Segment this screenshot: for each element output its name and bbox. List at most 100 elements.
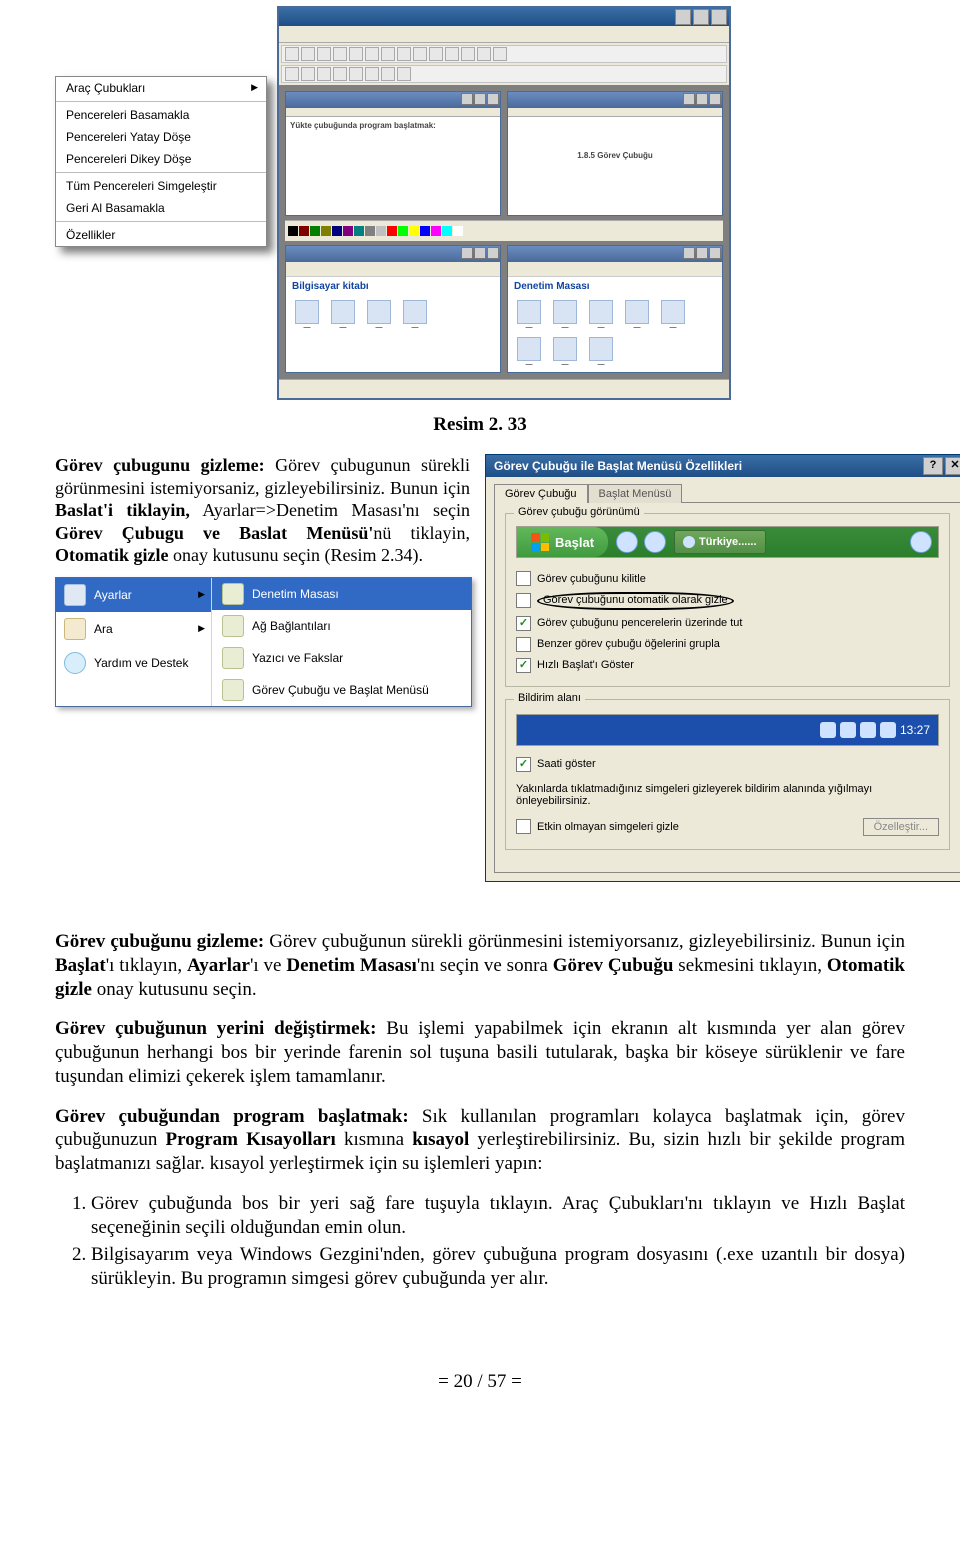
folder-window-left: Bilgisayar kitabı — — — — [285, 245, 501, 373]
option-label-circled: Görev çubuğunu otomatik olarak gizle [537, 592, 734, 610]
notification-preview: 13:27 [516, 714, 939, 746]
taskbar-preview: Başlat Türkiye...... [516, 526, 939, 558]
submenu-control-panel[interactable]: Denetim Masası [212, 578, 471, 610]
help-icon[interactable]: ? [923, 457, 943, 475]
start-button[interactable]: Başlat [517, 527, 608, 557]
option-lock-taskbar[interactable]: Görev çubuğunu kilitle [516, 568, 939, 589]
mdi-toolbars [279, 43, 729, 85]
taskbar-tab[interactable]: Türkiye...... [674, 530, 765, 554]
cp-icon[interactable]: — [514, 337, 544, 368]
help-icon [64, 652, 86, 674]
ctx-item-properties[interactable]: Özellikler [56, 224, 266, 246]
ctx-separator [56, 101, 266, 102]
submenu-printers[interactable]: Yazıcı ve Fakslar [212, 642, 471, 674]
doc-right-heading: 1.8.5 Görev Çubuğu [512, 151, 718, 160]
submenu-network[interactable]: Ağ Bağlantıları [212, 610, 471, 642]
mdi-menubar [279, 26, 729, 43]
body-para-hide: Görev çubuğunu gizleme: Görev çubuğunun … [55, 930, 905, 1001]
start-item-help[interactable]: Yardım ve Destek [56, 646, 211, 680]
taskbar-properties-dialog: Görev Çubuğu ile Başlat Menüsü Özellikle… [485, 454, 960, 882]
file-icon[interactable]: — [292, 300, 322, 331]
ctx-item-minimize-all[interactable]: Tüm Pencereleri Simgeleştir [56, 175, 266, 197]
option-show-quicklaunch[interactable]: Hızlı Başlat'ı Göster [516, 655, 939, 676]
checkbox-icon[interactable] [516, 571, 531, 586]
cp-icon[interactable]: — [586, 337, 616, 368]
page-number: = 20 / 57 = [55, 1371, 905, 1393]
ctx-item-cascade[interactable]: Pencereleri Basamakla [56, 104, 266, 126]
ctx-item-undo-cascade[interactable]: Geri Al Basamakla [56, 197, 266, 219]
submenu-label: Denetim Masası [252, 587, 339, 601]
search-icon [64, 618, 86, 640]
dialog-title: Görev Çubuğu ile Başlat Menüsü Özellikle… [494, 459, 742, 473]
close-icon[interactable] [711, 9, 727, 25]
file-icon[interactable]: — [364, 300, 394, 331]
checkbox-icon[interactable] [516, 658, 531, 673]
cp-icon[interactable]: — [550, 300, 580, 331]
taskbar-tab-label: Türkiye...... [699, 536, 756, 548]
ie-icon [683, 536, 695, 548]
start-submenu-screenshot: Ayarlar Ara Yardım ve Destek [55, 577, 472, 707]
start-label: Başlat [555, 535, 594, 550]
tab-start-menu[interactable]: Başlat Menüsü [588, 484, 683, 503]
submenu-label: Yazıcı ve Fakslar [252, 651, 343, 665]
tray-clock: 13:27 [900, 723, 930, 737]
customize-button[interactable]: Özelleştir... [863, 818, 939, 836]
tray-icon [820, 722, 836, 738]
checkbox-icon[interactable] [516, 637, 531, 652]
maximize-icon[interactable] [693, 9, 709, 25]
context-menu: Araç Çubukları Pencereleri Basamakla Pen… [55, 76, 267, 247]
start-item-settings[interactable]: Ayarlar [56, 578, 211, 612]
checkbox-icon[interactable] [516, 757, 531, 772]
cp-icon[interactable]: — [622, 300, 652, 331]
file-icon[interactable]: — [400, 300, 430, 331]
start-item-label: Ayarlar [94, 588, 132, 602]
ctx-item-tile-h[interactable]: Pencereleri Yatay Döşe [56, 126, 266, 148]
option-auto-hide[interactable]: Görev çubuğunu otomatik olarak gizle [516, 589, 939, 613]
tab-taskbar[interactable]: Görev Çubuğu [494, 484, 588, 503]
option-label: Etkin olmayan simgeleri gizle [537, 821, 679, 833]
fieldset-notification: Bildirim alanı 13:27 Saati göster [505, 699, 950, 850]
ie-icon[interactable] [616, 531, 638, 553]
submenu-label: Görev Çubuğu ve Başlat Menüsü [252, 683, 429, 697]
checkbox-icon[interactable] [516, 819, 531, 834]
ie-icon[interactable] [910, 531, 932, 553]
steps-list: Görev çubuğunda bos bir yeri sağ fare tu… [91, 1192, 905, 1291]
option-keep-on-top[interactable]: Görev çubuğunu pencerelerin üzerinde tut [516, 613, 939, 634]
file-icon[interactable]: — [328, 300, 358, 331]
option-group-similar[interactable]: Benzer görev çubuğu öğelerini grupla [516, 634, 939, 655]
cp-icon[interactable]: — [658, 300, 688, 331]
option-hide-inactive[interactable]: Etkin olmayan simgeleri gizle Özelleştir… [516, 815, 939, 839]
step-item: Bilgisayarım veya Windows Gezgini'nden, … [91, 1243, 905, 1291]
start-item-search[interactable]: Ara [56, 612, 211, 646]
dialog-titlebar: Görev Çubuğu ile Başlat Menüsü Özellikle… [486, 455, 960, 477]
cp-icon[interactable]: — [514, 300, 544, 331]
checkbox-icon[interactable] [516, 593, 531, 608]
ctx-item-tile-v[interactable]: Pencereleri Dikey Döşe [56, 148, 266, 170]
option-show-clock[interactable]: Saati göster [516, 754, 939, 775]
figure-caption: Resim 2. 33 [55, 414, 905, 436]
folder-left-title: Bilgisayar kitabı [286, 277, 500, 296]
option-label: Görev çubuğunu pencerelerin üzerinde tut [537, 617, 742, 629]
tray-icon [840, 722, 856, 738]
folder-right-title: Denetim Masası [508, 277, 722, 296]
doc-left-text: Yükte çubuğunda program başlatmak: [290, 121, 496, 130]
minimize-icon[interactable] [675, 9, 691, 25]
folder-window-right: Denetim Masası — — — — — — — — [507, 245, 723, 373]
taskbar-icon [222, 679, 244, 701]
start-item-label: Yardım ve Destek [94, 656, 188, 670]
close-icon[interactable]: ✕ [945, 457, 960, 475]
windows-logo-icon [531, 533, 549, 551]
checkbox-icon[interactable] [516, 616, 531, 631]
color-palette [285, 220, 723, 241]
option-label: Benzer görev çubuğu öğelerini grupla [537, 638, 720, 650]
lead-paragraph: Görev çubugunu gizleme: Görev çubugunun … [55, 454, 470, 567]
ie-icon[interactable] [644, 531, 666, 553]
cp-icon[interactable]: — [550, 337, 580, 368]
cp-icon[interactable]: — [586, 300, 616, 331]
dialog-tabs: Görev Çubuğu Başlat Menüsü [486, 477, 960, 502]
ctx-item-toolbars[interactable]: Araç Çubukları [56, 77, 266, 99]
printer-icon [222, 647, 244, 669]
submenu-taskbar[interactable]: Görev Çubuğu ve Başlat Menüsü [212, 674, 471, 706]
mdi-app-screenshot: Yükte çubuğunda program başlatmak: 1.8.5… [277, 6, 731, 400]
doc-window-left: Yükte çubuğunda program başlatmak: [285, 91, 501, 216]
